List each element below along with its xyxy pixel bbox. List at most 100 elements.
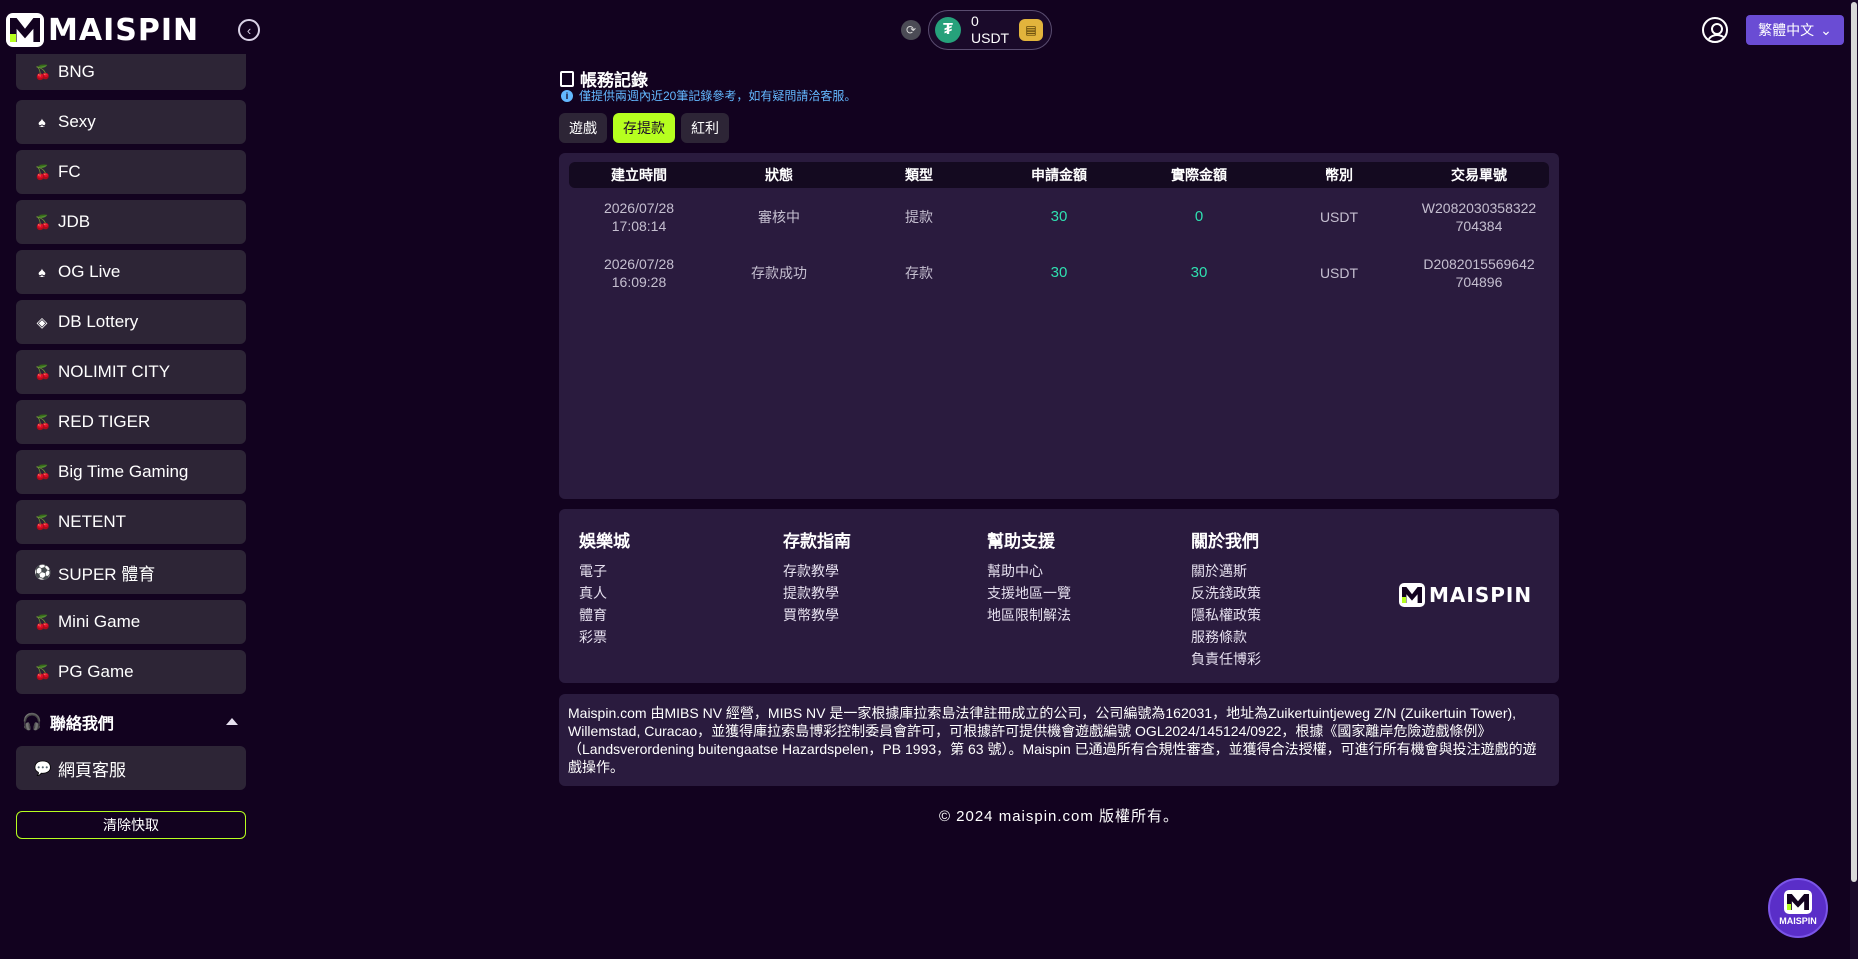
sidebar-item-label: FC xyxy=(58,162,81,181)
footer-link[interactable]: 服務條款 xyxy=(1191,626,1261,648)
scrollbar-thumb[interactable] xyxy=(1851,2,1857,882)
sidebar-item-db-lottery[interactable]: ◈ DB Lottery xyxy=(16,300,246,344)
casino-icon: ♠ xyxy=(38,264,46,280)
footer-column-about: 關於我們 關於邁斯 反洗錢政策 隱私權政策 服務條款 負責任博彩 xyxy=(1191,527,1261,670)
sidebar-item-label: Sexy xyxy=(58,112,96,131)
sidebar-item-sexy[interactable]: ♠ Sexy xyxy=(16,100,246,144)
contact-section-toggle[interactable]: 🎧 聯絡我們 xyxy=(22,710,246,734)
footer-links: 娛樂城 電子 真人 體育 彩票 存款指南 存款教學 提款教學 買幣教學 幫助支援… xyxy=(559,509,1559,683)
wallet-icon[interactable]: ▤ xyxy=(1019,19,1043,41)
sidebar-item-label: JDB xyxy=(58,212,91,231)
sidebar-item-label: RED TIGER xyxy=(58,412,151,431)
actual-amount-cell: 30 xyxy=(1190,264,1208,281)
sidebar-item-label: DB Lottery xyxy=(58,312,139,331)
column-header: 類型 xyxy=(905,167,933,183)
footer-column-title: 幫助支援 xyxy=(987,532,1055,551)
column-header: 申請金額 xyxy=(1031,167,1087,183)
sidebar-item-label: OG Live xyxy=(58,262,121,281)
table-row: 2026/07/28 17:08:14 審核中 提款 30 0 USDT W20… xyxy=(569,193,1549,241)
sidebar-item-jdb[interactable]: 🍒 JDB xyxy=(16,200,246,244)
legal-disclaimer: Maispin.com 由MIBS NV 經營，MIBS NV 是一家根據庫拉索… xyxy=(559,694,1559,786)
refresh-balance-button[interactable]: ⟳ xyxy=(901,20,921,40)
status-cell: 審核中 xyxy=(758,209,800,225)
floating-support-button[interactable]: MAISPIN xyxy=(1768,878,1828,938)
cherry-icon: 🍒 xyxy=(34,413,52,430)
chat-icon: 💬 xyxy=(34,759,52,776)
footer-column-title: 娛樂城 xyxy=(579,532,630,551)
footer-link[interactable]: 電子 xyxy=(579,560,630,582)
footer-link[interactable]: 提款教學 xyxy=(783,582,851,604)
footer-column-title: 存款指南 xyxy=(783,532,851,551)
footer-link[interactable]: 地區限制解法 xyxy=(987,604,1071,626)
sidebar-item-big-time-gaming[interactable]: 🍒 Big Time Gaming xyxy=(16,450,246,494)
cherry-icon: 🍒 xyxy=(34,213,52,230)
casino-icon: ♠ xyxy=(38,114,46,130)
logo-text: MAISPIN xyxy=(48,12,200,48)
footer-link[interactable]: 體育 xyxy=(579,604,630,626)
tab-games[interactable]: 遊戲 xyxy=(559,113,607,143)
created-date: 2026/07/28 xyxy=(603,200,675,216)
column-header: 狀態 xyxy=(765,167,793,183)
currency-cell: USDT xyxy=(1319,209,1359,225)
lottery-ticket-icon: ◈ xyxy=(36,313,48,330)
cherry-icon: 🍒 xyxy=(34,163,52,180)
collapse-sidebar-button[interactable]: ‹ xyxy=(238,19,260,41)
site-logo[interactable]: MAISPIN xyxy=(6,12,199,48)
top-header: MAISPIN ‹ ⟳ ₮ 0 USDT ▤ 繁體中文 ⌄ xyxy=(0,0,1858,60)
user-account-icon[interactable] xyxy=(1702,17,1728,43)
notice-text: 僅提供兩週內近20筆記錄參考，如有疑問請洽客服。 xyxy=(579,89,857,103)
footer-link[interactable]: 關於邁斯 xyxy=(1191,560,1261,582)
wallet-amount: 0 USDT xyxy=(971,13,1009,47)
sidebar-item-bng[interactable]: 🍒 BNG xyxy=(16,54,246,90)
wallet-amount-value: 0 xyxy=(971,13,979,29)
created-time: 17:08:14 xyxy=(611,218,667,234)
headset-icon: 🎧 xyxy=(22,714,42,731)
created-date: 2026/07/28 xyxy=(603,256,675,272)
footer-link[interactable]: 買幣教學 xyxy=(783,604,851,626)
sidebar-item-pg-game[interactable]: 🍒 PG Game xyxy=(16,650,246,694)
sidebar-item-super-sports[interactable]: ⚽ SUPER 體育 xyxy=(16,550,246,594)
sidebar-item-web-support[interactable]: 💬 網頁客服 xyxy=(16,746,246,790)
caret-up-icon xyxy=(226,718,238,725)
footer-link[interactable]: 負責任博彩 xyxy=(1191,648,1261,670)
type-cell: 存款 xyxy=(905,265,933,281)
sidebar-item-label: NOLIMIT CITY xyxy=(58,362,171,381)
wallet-balance[interactable]: ₮ 0 USDT ▤ xyxy=(928,10,1052,50)
tab-deposit-withdraw[interactable]: 存提款 xyxy=(613,113,675,143)
sidebar-item-nolimit-city[interactable]: 🍒 NOLIMIT CITY xyxy=(16,350,246,394)
footer-link[interactable]: 彩票 xyxy=(579,626,630,648)
cherry-icon: 🍒 xyxy=(34,663,52,680)
chevron-down-icon: ⌄ xyxy=(1820,21,1832,38)
language-selector[interactable]: 繁體中文 ⌄ xyxy=(1746,15,1844,45)
sidebar-item-og-live[interactable]: ♠ OG Live xyxy=(16,250,246,294)
created-time-cell: 2026/07/28 17:08:14 xyxy=(569,199,709,235)
footer-column-title: 關於我們 xyxy=(1191,532,1259,551)
footer-link[interactable]: 反洗錢政策 xyxy=(1191,582,1261,604)
soccer-ball-icon: ⚽ xyxy=(34,563,52,580)
footer-link[interactable]: 存款教學 xyxy=(783,560,851,582)
contact-title: 聯絡我們 xyxy=(49,716,114,733)
clear-cache-button[interactable]: 清除快取 xyxy=(16,811,246,839)
refresh-icon: ⟳ xyxy=(905,23,917,37)
sidebar-item-red-tiger[interactable]: 🍒 RED TIGER xyxy=(16,400,246,444)
type-cell: 提款 xyxy=(905,209,933,225)
sidebar-item-mini-game[interactable]: 🍒 Mini Game xyxy=(16,600,246,644)
footer-column-help: 幫助支援 幫助中心 支援地區一覽 地區限制解法 xyxy=(987,527,1071,626)
tab-bonus[interactable]: 紅利 xyxy=(681,113,729,143)
sidebar-item-fc[interactable]: 🍒 FC xyxy=(16,150,246,194)
footer-link[interactable]: 幫助中心 xyxy=(987,560,1071,582)
status-cell: 存款成功 xyxy=(751,265,807,281)
sidebar-item-netent[interactable]: 🍒 NETENT xyxy=(16,500,246,544)
footer-link[interactable]: 隱私權政策 xyxy=(1191,604,1261,626)
footer-link[interactable]: 真人 xyxy=(579,582,630,604)
currency-cell: USDT xyxy=(1319,265,1359,281)
logo-mark-icon xyxy=(1399,583,1425,607)
logo-mark-icon xyxy=(1784,890,1812,914)
logo-mark-icon xyxy=(6,13,44,47)
page-scrollbar[interactable] xyxy=(1850,0,1858,959)
footer-link[interactable]: 支援地區一覽 xyxy=(987,582,1071,604)
transaction-id-cell: W2082030358322704384 xyxy=(1421,200,1537,234)
wallet-currency: USDT xyxy=(971,30,1010,46)
cherry-icon: 🍒 xyxy=(34,513,52,530)
sidebar-item-label: NETENT xyxy=(58,512,126,531)
